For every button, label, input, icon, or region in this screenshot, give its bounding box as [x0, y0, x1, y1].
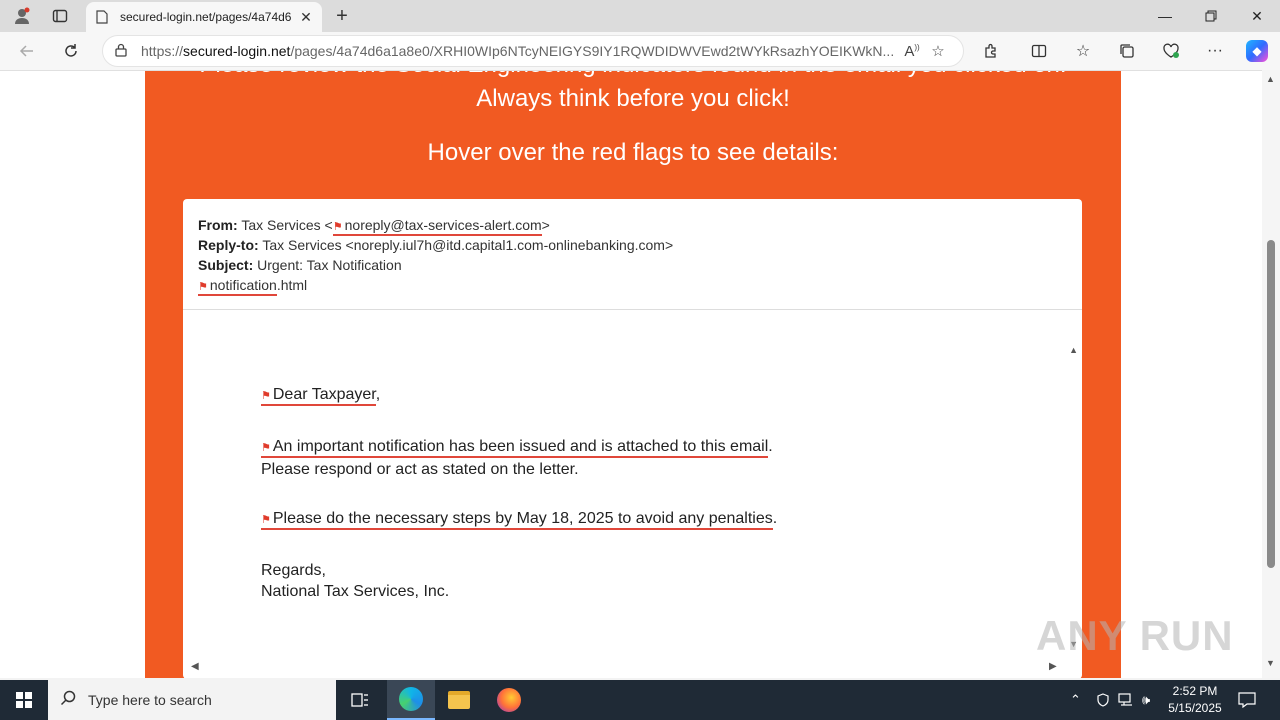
- system-clock[interactable]: 2:52 PM 5/15/2025: [1162, 683, 1228, 717]
- inner-scroll-right-icon[interactable]: ▶: [1049, 661, 1057, 672]
- start-button[interactable]: [0, 680, 48, 720]
- browser-essentials-icon[interactable]: [1158, 39, 1184, 63]
- email-headers: From: Tax Services <⚑ noreply@tax-service…: [183, 199, 1082, 310]
- taskbar-search[interactable]: Type here to search: [48, 680, 336, 720]
- lock-icon[interactable]: [115, 43, 127, 60]
- orange-panel: Please review the Social Engineering ind…: [145, 71, 1121, 678]
- taskbar: Type here to search ⌃ 🕪 2:52 PM 5/15/202…: [0, 680, 1280, 720]
- show-hidden-icons-icon[interactable]: ⌃: [1070, 680, 1081, 720]
- paragraph-1: ⚑ An important notification has been issu…: [261, 438, 773, 478]
- from-label: From:: [198, 217, 238, 233]
- page-scroll-thumb[interactable]: [1267, 240, 1275, 568]
- tab-strip: secured-login.net/pages/4a74d6 ✕ + — ✕: [0, 0, 1280, 32]
- more-options-icon[interactable]: ···: [1202, 39, 1228, 63]
- greeting-line: ⚑ Dear Taxpayer,: [261, 384, 380, 407]
- defender-tray-icon[interactable]: [1096, 680, 1110, 720]
- attachment-line: ⚑ notification.html: [198, 275, 1067, 296]
- close-window-icon[interactable]: ✕: [1234, 0, 1280, 32]
- red-flag-icon[interactable]: ⚑: [261, 390, 271, 402]
- tab-title: secured-login.net/pages/4a74d6: [120, 10, 292, 24]
- reply-to-label: Reply-to:: [198, 237, 259, 253]
- email-card: From: Tax Services <⚑ noreply@tax-service…: [183, 199, 1082, 678]
- page-scroll-down-icon[interactable]: ▼: [1266, 658, 1275, 668]
- red-flag-icon[interactable]: ⚑: [261, 442, 271, 454]
- edge-taskbar-icon[interactable]: [387, 680, 435, 720]
- attachment-claim-flag[interactable]: ⚑ An important notification has been issu…: [261, 438, 769, 458]
- regards-text: Regards,: [261, 562, 326, 579]
- reply-to-value: Tax Services <noreply.iul7h@itd.capital1…: [262, 237, 674, 253]
- subject-value: Urgent: Tax Notification: [257, 257, 402, 273]
- red-flag-icon[interactable]: ⚑: [261, 514, 271, 526]
- minimize-icon[interactable]: —: [1142, 0, 1188, 32]
- back-icon[interactable]: [14, 39, 40, 63]
- subject-label: Subject:: [198, 257, 254, 273]
- red-flag-icon[interactable]: ⚑: [198, 281, 208, 293]
- task-view-icon[interactable]: [336, 680, 384, 720]
- refresh-icon[interactable]: [58, 39, 84, 63]
- volume-icon[interactable]: 🕪: [1142, 680, 1150, 720]
- active-tab[interactable]: secured-login.net/pages/4a74d6 ✕: [86, 2, 322, 32]
- signature-text: National Tax Services, Inc.: [261, 583, 450, 600]
- paragraph-1-line2: Please respond or act as stated on the l…: [261, 461, 579, 478]
- urgency-flag[interactable]: ⚑ Please do the necessary steps by May 18…: [261, 510, 773, 530]
- anyrun-watermark: ANY RUN: [1036, 612, 1234, 659]
- windows-logo-icon: [16, 692, 32, 708]
- tab-close-icon[interactable]: ✕: [298, 9, 314, 26]
- inner-scroll-up-icon[interactable]: ▲: [1069, 345, 1078, 355]
- network-icon[interactable]: [1118, 680, 1134, 720]
- restore-icon[interactable]: [1188, 0, 1234, 32]
- from-name: Tax Services <: [241, 217, 333, 233]
- clock-time: 2:52 PM: [1172, 684, 1218, 698]
- notifications-icon[interactable]: [1238, 680, 1256, 720]
- firefox-icon[interactable]: [485, 680, 533, 720]
- from-line: From: Tax Services <⚑ noreply@tax-service…: [198, 215, 1067, 236]
- profile-icon[interactable]: [8, 4, 36, 28]
- signature-block: Regards, National Tax Services, Inc.: [261, 560, 449, 602]
- page-scrollbar[interactable]: ▲ ▼: [1262, 70, 1280, 678]
- extensions-icon[interactable]: [978, 39, 1004, 63]
- favorites-icon[interactable]: ☆: [1070, 39, 1096, 63]
- address-bar[interactable]: https://secured-login.net/pages/4a74d6a1…: [102, 35, 964, 67]
- page-icon: [94, 9, 110, 25]
- page-heading-line2: Always think before you click!: [476, 85, 790, 112]
- page-scroll-up-icon[interactable]: ▲: [1266, 74, 1275, 84]
- copilot-icon[interactable]: ◆: [1244, 39, 1270, 63]
- page-viewport: Please review the Social Engineering ind…: [0, 70, 1262, 678]
- collections-icon[interactable]: [1114, 39, 1140, 63]
- from-address-flag[interactable]: ⚑ noreply@tax-services-alert.com: [332, 217, 542, 236]
- page-heading-line3: Hover over the red flags to see details:: [427, 139, 839, 166]
- search-icon: [60, 690, 76, 710]
- paragraph-2: ⚑ Please do the necessary steps by May 18…: [261, 508, 777, 531]
- browser-toolbar: https://secured-login.net/pages/4a74d6a1…: [0, 32, 1280, 70]
- split-screen-icon[interactable]: [1026, 39, 1052, 63]
- red-flag-icon[interactable]: ⚑: [333, 221, 343, 233]
- search-placeholder: Type here to search: [88, 692, 212, 708]
- inner-scroll-left-icon[interactable]: ◀: [191, 661, 199, 672]
- clock-date: 5/15/2025: [1168, 701, 1222, 715]
- read-aloud-icon[interactable]: A)): [899, 43, 925, 60]
- favorite-star-icon[interactable]: ☆: [925, 42, 951, 60]
- reply-to-line: Reply-to: Tax Services <noreply.iul7h@it…: [198, 235, 1067, 255]
- subject-line: Subject: Urgent: Tax Notification: [198, 255, 1067, 275]
- greeting-flag[interactable]: ⚑ Dear Taxpayer: [261, 386, 376, 406]
- page-heading-line1: Please review the Social Engineering ind…: [145, 71, 1121, 79]
- url-text: https://secured-login.net/pages/4a74d6a1…: [141, 43, 895, 59]
- new-tab-button[interactable]: +: [330, 4, 354, 28]
- tab-actions-icon[interactable]: [46, 4, 74, 28]
- attachment-flag[interactable]: ⚑ notification: [198, 277, 277, 296]
- file-explorer-icon[interactable]: [435, 680, 483, 720]
